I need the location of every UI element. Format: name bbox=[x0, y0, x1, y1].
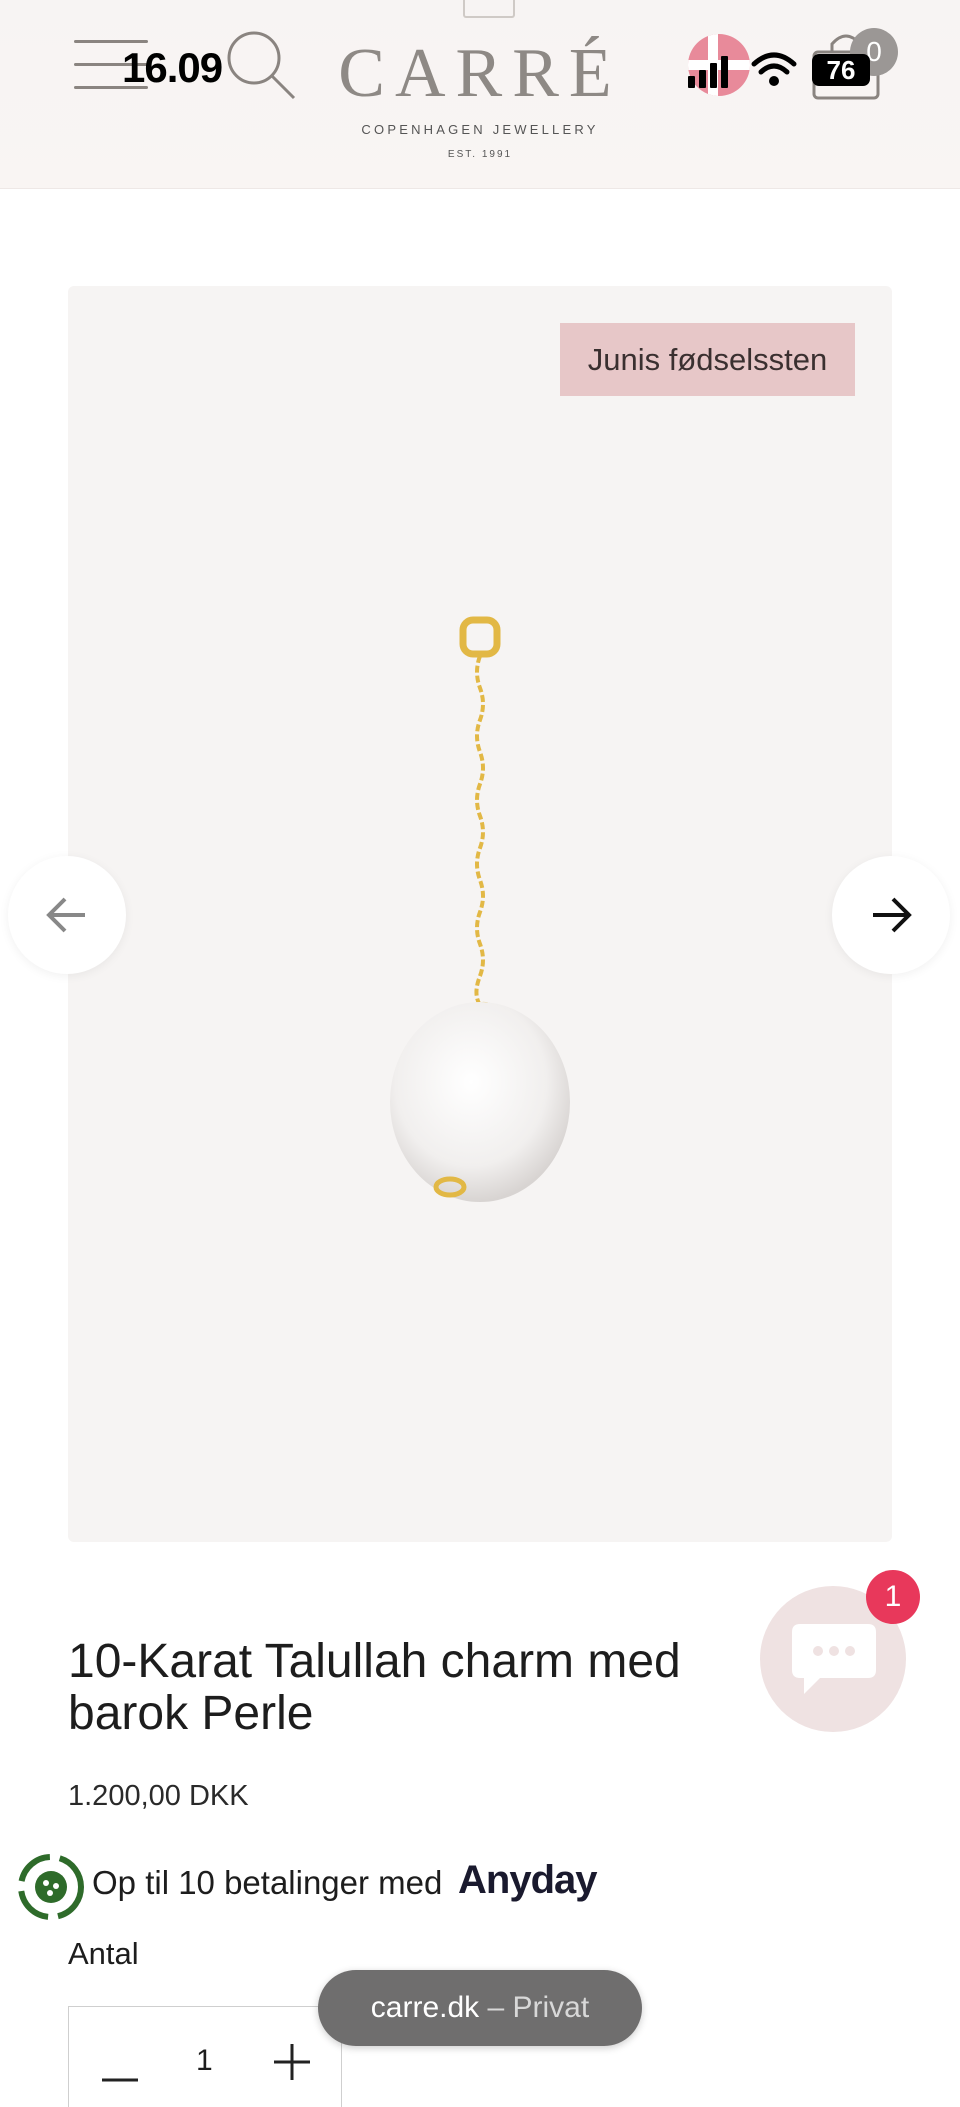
search-icon[interactable] bbox=[222, 26, 300, 104]
installment-text: Op til 10 betalinger med bbox=[92, 1864, 443, 1901]
arrow-left-icon bbox=[46, 897, 85, 933]
product-image bbox=[390, 616, 570, 1202]
product-price: 1.200,00 DKK bbox=[68, 1780, 249, 1812]
minus-icon[interactable] bbox=[98, 2060, 142, 2100]
anyday-logo[interactable]: Anyday bbox=[458, 1858, 597, 1903]
cellular-signal-icon bbox=[688, 56, 728, 88]
product-title: 10-Karat Talullah charm med barok Perle bbox=[68, 1635, 681, 1740]
browser-url-bar[interactable]: carre.dk – Privat bbox=[318, 1970, 642, 2046]
logo-wordmark: CARRÉ bbox=[338, 35, 622, 112]
logo-established: EST. 1991 bbox=[447, 149, 513, 160]
status-time: 16.09 bbox=[122, 44, 223, 91]
gallery-next-button[interactable] bbox=[832, 856, 950, 974]
site-logo[interactable]: CARRÉ COPENHAGEN JEWELLERY EST. 1991 bbox=[330, 35, 630, 161]
quantity-value[interactable]: 1 bbox=[196, 2044, 213, 2078]
chat-unread-badge: 1 bbox=[866, 1570, 920, 1624]
wifi-icon bbox=[751, 52, 797, 86]
quantity-label: Antal bbox=[68, 1936, 139, 1971]
gallery-prev-button[interactable] bbox=[8, 856, 126, 974]
plus-icon[interactable] bbox=[270, 2040, 314, 2084]
arrow-right-icon bbox=[873, 897, 912, 933]
battery-indicator: 76 bbox=[812, 54, 870, 86]
birthstone-badge: Junis fødselssten bbox=[560, 323, 855, 396]
private-mode-label: – Privat bbox=[487, 1991, 590, 2024]
camera-notch bbox=[463, 0, 515, 18]
chat-bubble-icon bbox=[792, 1624, 876, 1694]
url-domain: carre.dk bbox=[370, 1991, 480, 2024]
logo-tagline: COPENHAGEN JEWELLERY bbox=[361, 122, 599, 137]
cookie-consent-icon[interactable] bbox=[16, 1852, 86, 1922]
